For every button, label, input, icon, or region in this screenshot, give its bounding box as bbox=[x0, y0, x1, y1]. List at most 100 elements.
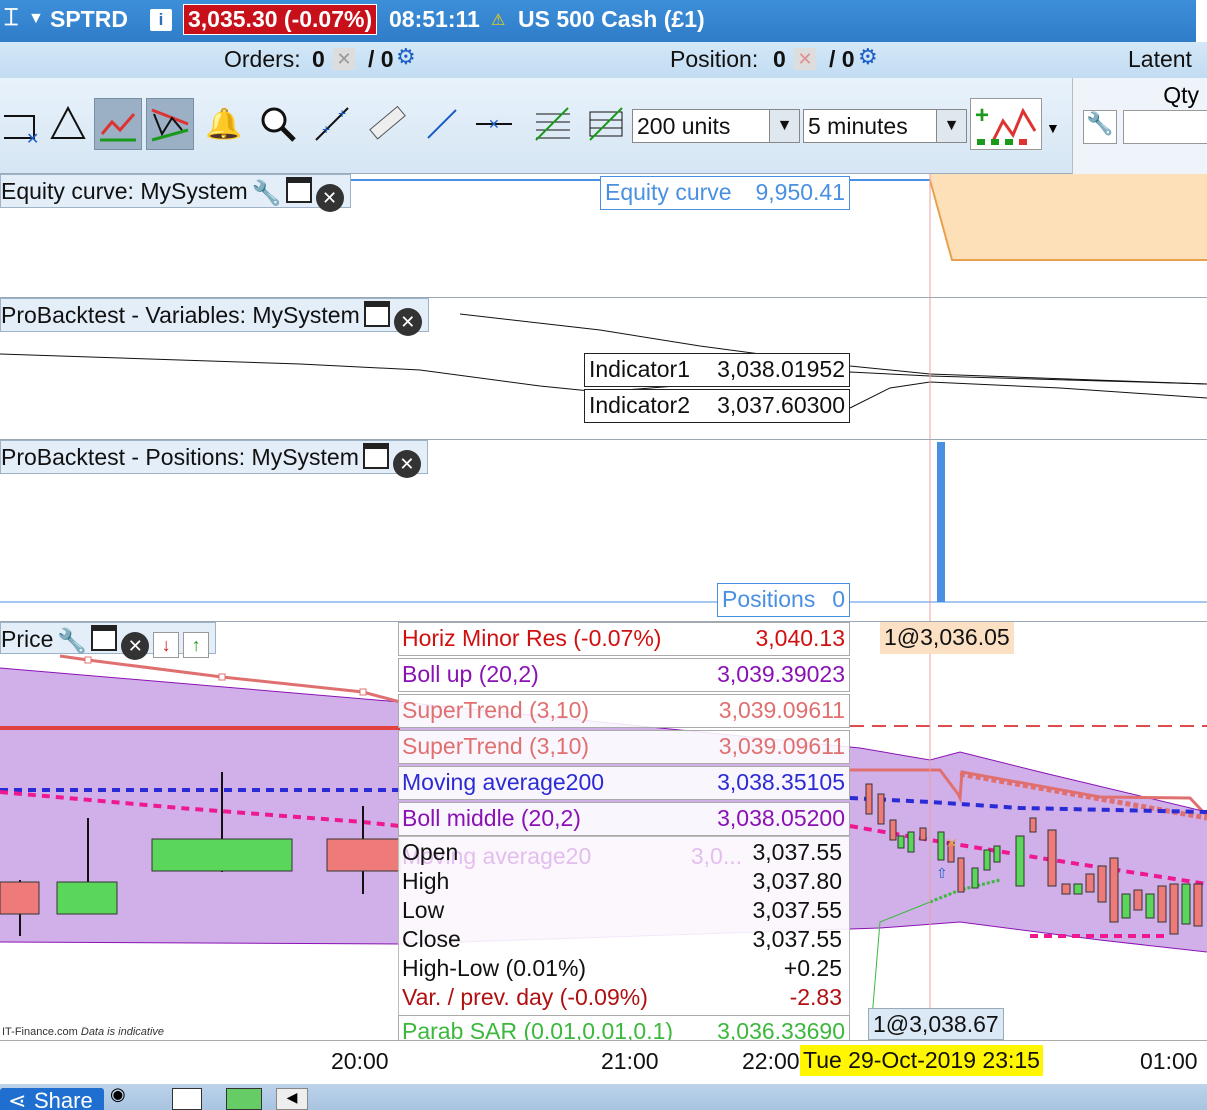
qty-input[interactable] bbox=[1123, 110, 1207, 144]
zoom-icon[interactable] bbox=[254, 98, 302, 150]
legend-value: 3,040.13 bbox=[755, 625, 845, 651]
close-icon[interactable]: ✕ bbox=[121, 632, 150, 660]
timeframe-select-value: 5 minutes bbox=[808, 113, 908, 139]
position-sep: / 0 bbox=[829, 46, 855, 72]
svg-text:✕: ✕ bbox=[488, 116, 500, 132]
screenshot-icon[interactable]: ◉ bbox=[110, 1084, 126, 1105]
maximize-icon[interactable] bbox=[285, 177, 312, 203]
chevron-down-icon[interactable]: ▼ bbox=[1046, 120, 1060, 136]
ohlc-label: Open bbox=[402, 839, 459, 865]
fibonacci-fan-tool-icon[interactable] bbox=[582, 98, 630, 150]
wrench-icon[interactable]: 🔧 bbox=[57, 628, 87, 655]
layout-icon[interactable] bbox=[226, 1088, 262, 1110]
ohlc-label: Close bbox=[402, 926, 461, 952]
maximize-icon[interactable] bbox=[362, 443, 389, 469]
legend-label: SuperTrend (3,10) bbox=[402, 697, 590, 723]
indicator2-label: Indicator2 bbox=[589, 392, 691, 418]
legend-row: Boll up (20,2) 3,039.39023 bbox=[398, 658, 850, 692]
ohlc-label: High-Low (0.01%) bbox=[402, 955, 587, 981]
legend-row: Moving average200 3,038.35105 bbox=[398, 766, 850, 800]
wrench-icon[interactable]: 🔧 bbox=[252, 180, 282, 207]
orders-label: Orders: bbox=[224, 46, 301, 72]
horizontal-line-tool-icon[interactable]: ✕ bbox=[470, 98, 518, 150]
chevron-down-icon[interactable]: ▼ bbox=[769, 110, 799, 142]
variables-panel: ProBacktest - Variables: MySystem ✕ Indic… bbox=[0, 298, 1207, 440]
svg-text:+: + bbox=[975, 102, 989, 129]
add-indicator-icon[interactable]: + bbox=[970, 98, 1042, 150]
share-icon: ⋖ bbox=[8, 1088, 27, 1110]
chevron-down-icon[interactable]: ▼ bbox=[936, 110, 966, 142]
trend-channel-tool-icon[interactable] bbox=[94, 98, 142, 150]
segment-tool-icon[interactable] bbox=[418, 98, 466, 150]
triangle-tool-icon[interactable] bbox=[44, 98, 92, 150]
close-icon[interactable]: ✕ bbox=[392, 450, 421, 478]
latent-label: Latent bbox=[1128, 46, 1192, 72]
instrument-name: US 500 Cash (£1) bbox=[518, 6, 705, 32]
candle-icon[interactable]: ⌶ bbox=[4, 4, 18, 32]
legend-label: Moving average200 bbox=[402, 769, 605, 795]
trade-label-bottom: 1@3,038.67 bbox=[868, 1008, 1004, 1040]
equity-curve-panel: Equity curve: MySystem 🔧 ✕ Equity curve 9,… bbox=[0, 174, 1207, 298]
price-change-badge: 3,035.30 (-0.07%) bbox=[183, 4, 378, 35]
legend-label: Boll middle (20,2) bbox=[402, 805, 581, 831]
close-icon[interactable]: ✕ bbox=[315, 184, 344, 212]
title-bar: ⌶ ▼ SPTRD i 3,035.30 (-0.07%) 08:51:11 ⚠… bbox=[0, 0, 1207, 42]
drawing-toolbar: ✕ 🔔 ++ ✕ 200 units ▼ 5 minutes ▼ + ▼ ▶ bbox=[0, 78, 1207, 174]
time-axis[interactable]: 20:00 21:00 22:00 01:00 Tue 29-Oct-2019 … bbox=[0, 1040, 1207, 1084]
report-icon[interactable] bbox=[172, 1088, 202, 1110]
move-up-icon[interactable]: ↑ bbox=[183, 632, 210, 658]
legend-row: Boll middle (20,2) 3,038.05200 bbox=[398, 802, 850, 836]
variables-panel-title: ProBacktest - Variables: MySystem bbox=[1, 302, 360, 328]
units-select[interactable]: 200 units ▼ bbox=[632, 109, 800, 143]
symbol-label[interactable]: SPTRD bbox=[50, 6, 128, 33]
ohlc-row: High-Low (0.01%) +0.25 bbox=[402, 955, 846, 984]
share-label: Share bbox=[34, 1088, 93, 1110]
time-tick: 22:00 bbox=[742, 1048, 800, 1074]
time-tick: 01:00 bbox=[1140, 1048, 1198, 1074]
panel-title: Price 🔧 ✕ ↓ ↑ bbox=[0, 622, 217, 660]
legend-value: 3,039.09611 bbox=[718, 733, 845, 759]
wedge-tool-icon[interactable] bbox=[146, 98, 194, 150]
ruler-icon[interactable] bbox=[362, 98, 410, 150]
fibonacci-tool-icon[interactable] bbox=[528, 98, 576, 150]
qty-zone: Qty 🔧 bbox=[1072, 78, 1207, 174]
scroll-left-icon[interactable]: ◀ bbox=[276, 1088, 308, 1110]
indicator2-box: Indicator2 3,037.60300 bbox=[584, 389, 850, 423]
move-down-icon[interactable]: ↓ bbox=[153, 632, 180, 658]
timeframe-select[interactable]: 5 minutes ▼ bbox=[803, 109, 967, 143]
window-edge bbox=[1196, 0, 1207, 42]
line-tool-icon[interactable]: + + bbox=[308, 98, 356, 150]
candle bbox=[0, 881, 40, 915]
cancel-orders-icon[interactable]: ✕ bbox=[333, 48, 355, 70]
candle bbox=[326, 838, 401, 872]
crosshair-date-label: Tue 29-Oct-2019 23:15 bbox=[800, 1045, 1043, 1076]
gear-icon[interactable]: ⚙ bbox=[396, 44, 416, 70]
legend-value: 3,039.39023 bbox=[717, 661, 845, 687]
trade-label-top: 1@3,036.05 bbox=[880, 622, 1014, 654]
equity-panel-title: Equity curve: MySystem bbox=[1, 178, 248, 204]
entry-marker-icon: ⇧ bbox=[936, 865, 948, 881]
ohlc-label: Var. / prev. day (-0.09%) bbox=[402, 984, 648, 1010]
panel-title: ProBacktest - Variables: MySystem ✕ bbox=[0, 298, 429, 336]
units-select-value: 200 units bbox=[637, 113, 731, 139]
ohlc-value: 3,037.55 bbox=[752, 839, 842, 865]
equity-value: 9,950.41 bbox=[755, 179, 845, 205]
gear-icon[interactable]: ⚙ bbox=[858, 44, 878, 70]
positions-panel: ProBacktest - Positions: MySystem ✕ Posit… bbox=[0, 440, 1207, 622]
close-position-icon[interactable]: ✕ bbox=[794, 48, 816, 70]
ohlc-label: Low bbox=[402, 897, 445, 923]
chevron-down-icon[interactable]: ▼ bbox=[28, 10, 44, 28]
rectangle-tool-icon[interactable]: ✕ bbox=[0, 98, 48, 150]
info-icon[interactable]: i bbox=[150, 9, 172, 31]
svg-text:+: + bbox=[338, 105, 346, 121]
close-icon[interactable]: ✕ bbox=[393, 308, 422, 336]
maximize-icon[interactable] bbox=[91, 625, 118, 651]
wrench-icon[interactable]: 🔧 bbox=[1083, 110, 1117, 144]
maximize-icon[interactable] bbox=[363, 301, 390, 327]
ohlc-value: +0.25 bbox=[783, 955, 842, 981]
watermark: IT-Finance.com Data is indicative bbox=[2, 1026, 164, 1038]
alert-bell-icon[interactable]: 🔔 bbox=[200, 98, 248, 150]
share-button[interactable]: ⋖ Share bbox=[0, 1088, 104, 1110]
time-tick: 20:00 bbox=[331, 1048, 389, 1074]
indicator1-value: 3,038.01952 bbox=[717, 356, 845, 382]
